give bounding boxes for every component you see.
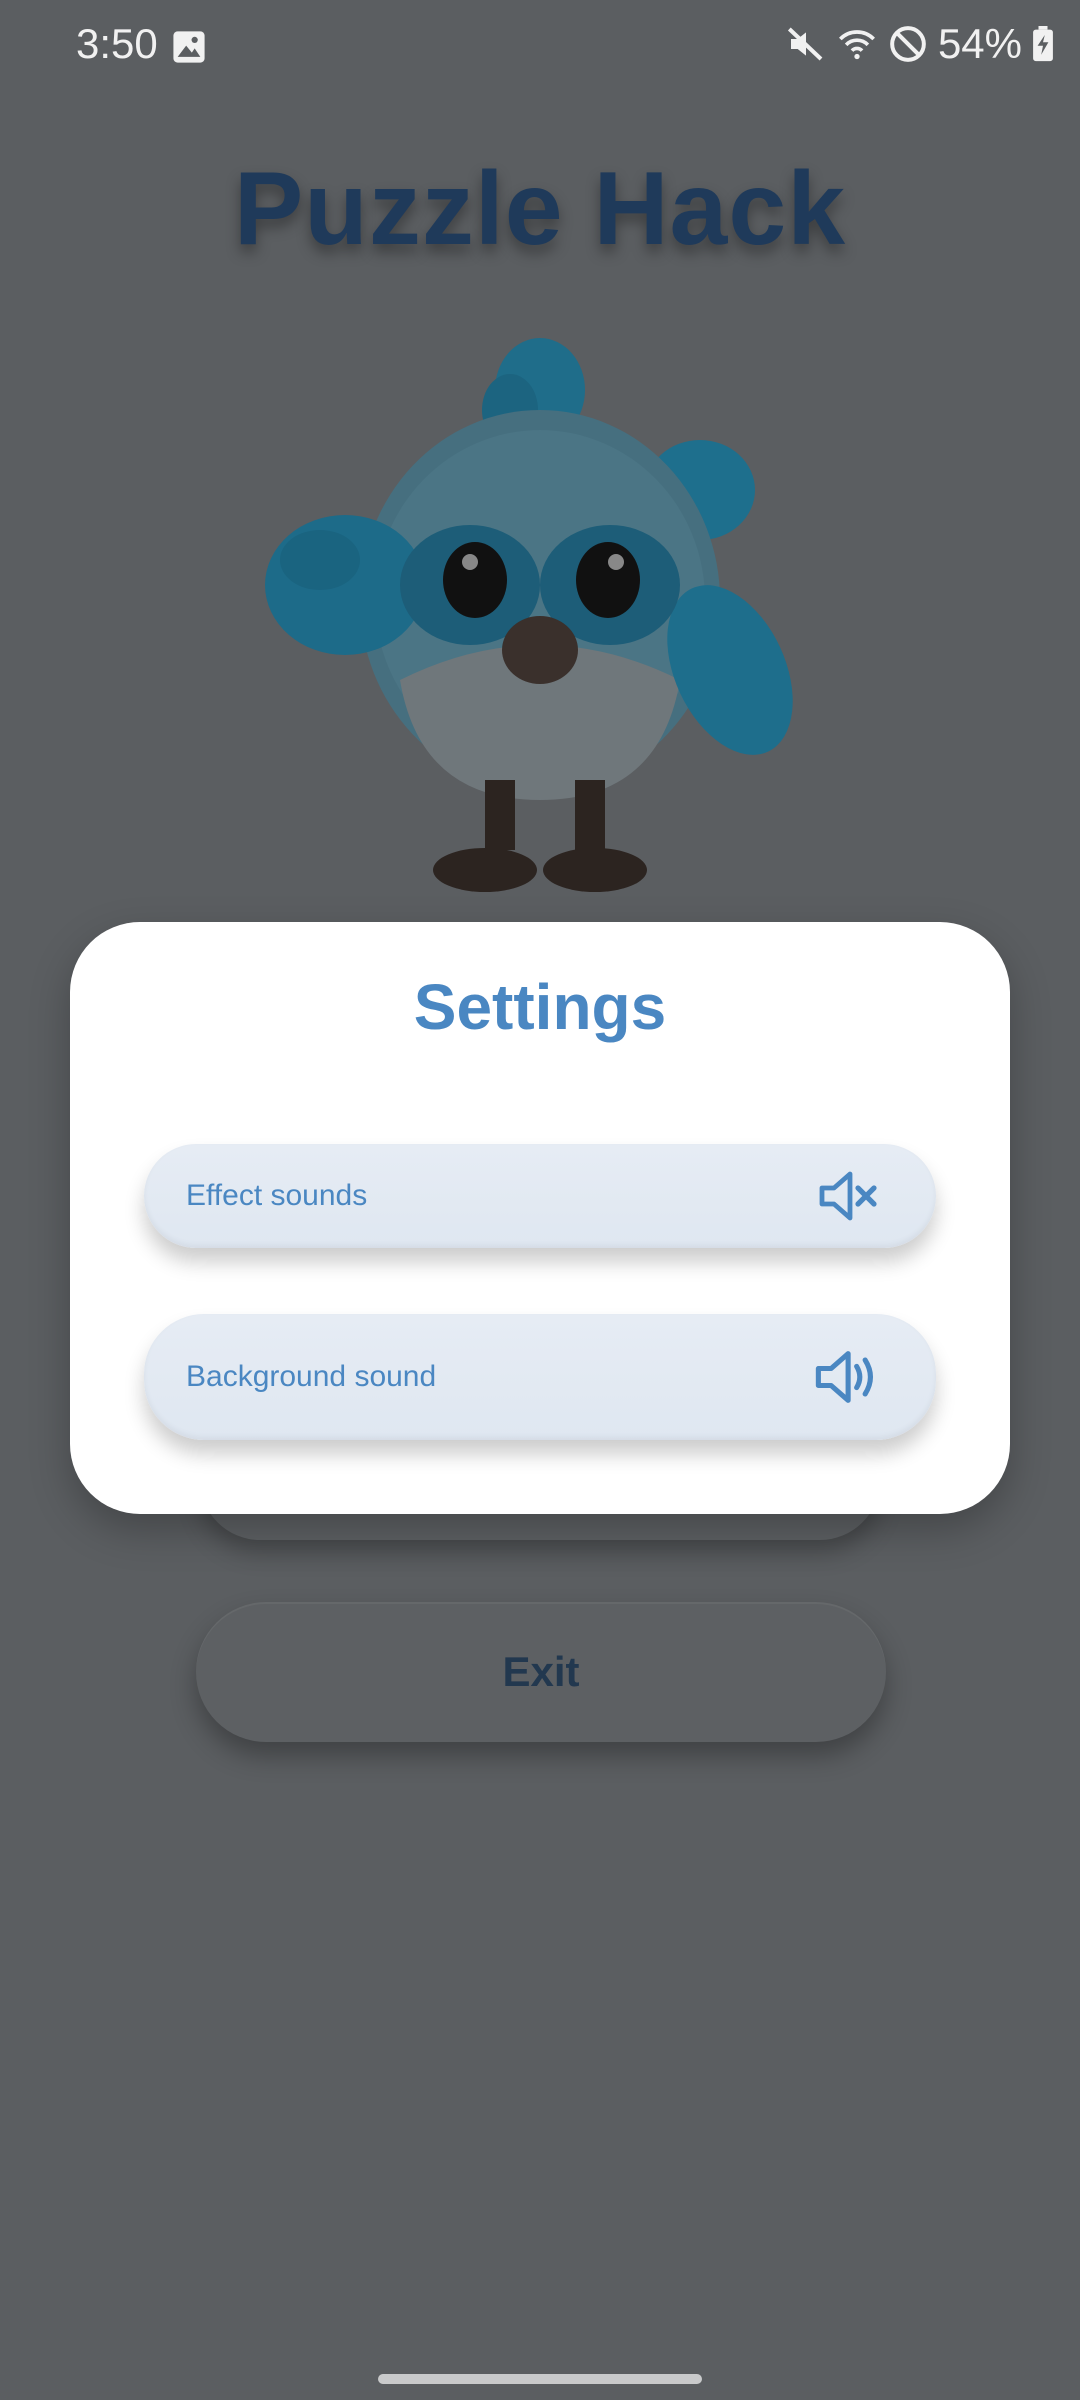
background-sound-label: Background sound [186, 1360, 437, 1393]
status-time: 3:50 [76, 20, 158, 67]
effect-sounds-label: Effect sounds [186, 1179, 368, 1212]
volume-muted-icon[interactable] [816, 1164, 880, 1228]
battery-percentage: 54% [937, 20, 1022, 67]
settings-dialog: Settings Effect sounds Background sound [70, 922, 1010, 1514]
volume-on-icon[interactable] [812, 1343, 880, 1411]
bird-mascot-image [265, 338, 793, 892]
effect-sounds-toggle[interactable]: Effect sounds [144, 1144, 936, 1248]
exit-button-label: Exit [502, 1648, 580, 1695]
battery-charging-icon [1033, 26, 1053, 62]
gallery-icon [173, 31, 205, 63]
do-not-disturb-icon [890, 26, 926, 62]
game-title: Puzzle Hack [233, 151, 847, 267]
wifi-icon [838, 30, 875, 60]
mute-icon [787, 27, 823, 61]
status-icons: 54% [786, 20, 1054, 68]
background-sound-toggle[interactable]: Background sound [144, 1314, 936, 1440]
status-bar: 3:50 54% [0, 0, 1080, 96]
dialog-title: Settings [413, 971, 667, 1043]
exit-button[interactable]: Exit [196, 1602, 886, 1742]
home-indicator[interactable] [378, 2374, 702, 2384]
